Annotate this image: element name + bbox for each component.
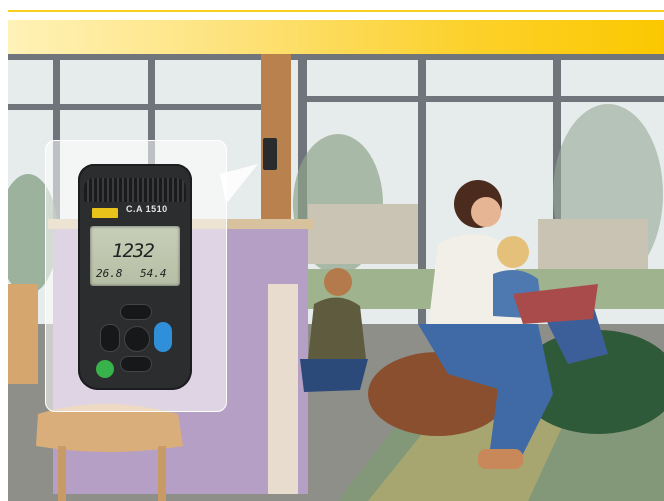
lcd-co2-reading: 1232 [112, 240, 155, 262]
lcd-temperature-reading: 26.8 [96, 267, 123, 280]
model-label: C.A 1510 [126, 204, 168, 214]
left-chair [8, 284, 38, 384]
mode-button [120, 304, 152, 320]
max-min-button [120, 356, 152, 372]
blue-button [154, 322, 172, 352]
lcd-display: 1232 26.8 54.4 [90, 226, 180, 286]
power-button [96, 360, 114, 378]
co2-meter-device: C.A 1510 1232 26.8 54.4 [78, 164, 192, 390]
wall-mounted-meter [263, 138, 277, 170]
yellow-banner [8, 20, 664, 54]
center-button [124, 326, 150, 352]
lcd-humidity-reading: 54.4 [140, 267, 167, 280]
top-rule [8, 10, 664, 12]
rec-button [100, 324, 120, 352]
speaker-grille [84, 178, 186, 202]
bookshelf-books [268, 284, 298, 494]
brand-logo [92, 208, 118, 218]
